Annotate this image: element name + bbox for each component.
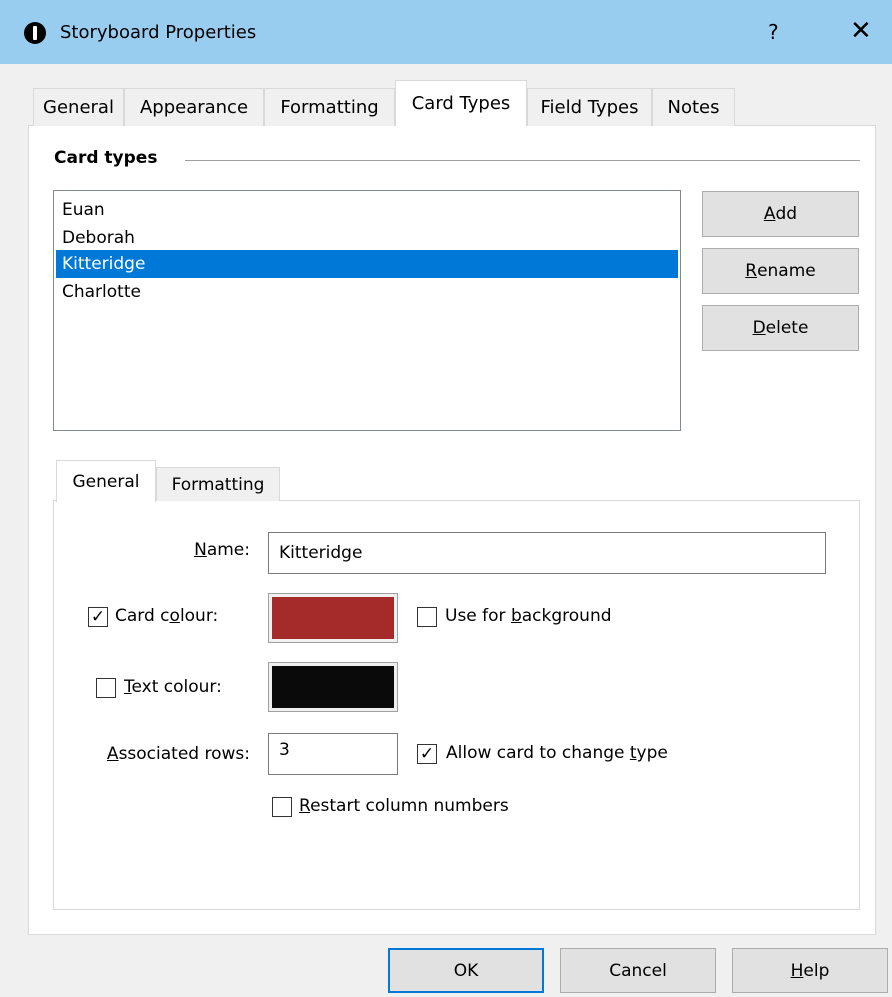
tab-card-types[interactable]: Card Types [395,80,527,126]
add-button[interactable]: Add [702,191,859,237]
delete-button-label: elete [765,318,809,338]
name-label: Name: [194,540,250,560]
associated-rows-label: Associated rows: [106,744,250,764]
app-icon [24,22,46,44]
list-item-selected[interactable]: Kitteridge [56,250,678,278]
text-colour-checkbox[interactable] [96,678,116,698]
delete-button-mnemonic: D [752,318,766,338]
list-item[interactable]: Deborah [56,224,678,252]
inner-tab-formatting[interactable]: Formatting [156,467,280,501]
restart-column-numbers-checkbox[interactable] [272,797,292,817]
cancel-button[interactable]: Cancel [560,948,716,993]
text-colour-label: Text colour: [124,677,222,697]
restart-column-numbers-label: Restart column numbers [299,796,509,816]
group-divider [185,160,860,161]
card-colour-checkbox[interactable]: ✓ [88,607,108,627]
help-button[interactable]: Help [732,948,888,993]
use-for-background-checkbox[interactable] [417,607,437,627]
add-button-label: dd [775,204,798,224]
window-title: Storyboard Properties [60,22,257,43]
ok-button[interactable]: OK [388,948,544,993]
card-colour-swatch [272,597,394,639]
text-colour-swatch [272,666,394,708]
associated-rows-field[interactable]: 3 [268,733,398,775]
tab-general[interactable]: General [33,88,124,126]
tab-appearance[interactable]: Appearance [124,88,264,126]
add-button-mnemonic: A [763,204,776,224]
list-item[interactable]: Charlotte [56,278,678,306]
card-colour-label: Card colour: [115,606,219,626]
allow-change-type-checkbox[interactable]: ✓ [417,744,437,764]
name-field[interactable]: Kitteridge [268,532,826,574]
rename-button-label: ename [757,261,816,281]
list-item[interactable]: Euan [56,196,678,224]
rename-button[interactable]: Rename [702,248,859,294]
use-for-background-label: Use for background [445,606,612,626]
tab-notes[interactable]: Notes [652,88,735,126]
rename-button-mnemonic: R [745,261,758,281]
card-types-group-label: Card types [54,148,158,168]
inner-tab-general[interactable]: General [56,460,156,502]
close-icon[interactable]: ✕ [850,16,872,46]
help-button-mnemonic: H [790,960,804,981]
card-types-list[interactable]: Euan Deborah Kitteridge Charlotte [53,190,681,431]
help-icon[interactable]: ? [768,20,779,44]
tab-formatting[interactable]: Formatting [264,88,395,126]
card-colour-picker[interactable] [268,593,398,643]
text-colour-picker[interactable] [268,662,398,712]
delete-button[interactable]: Delete [702,305,859,351]
tab-field-types[interactable]: Field Types [527,88,652,126]
allow-change-type-label: Allow card to change type [446,743,668,763]
help-button-label: elp [803,960,830,981]
